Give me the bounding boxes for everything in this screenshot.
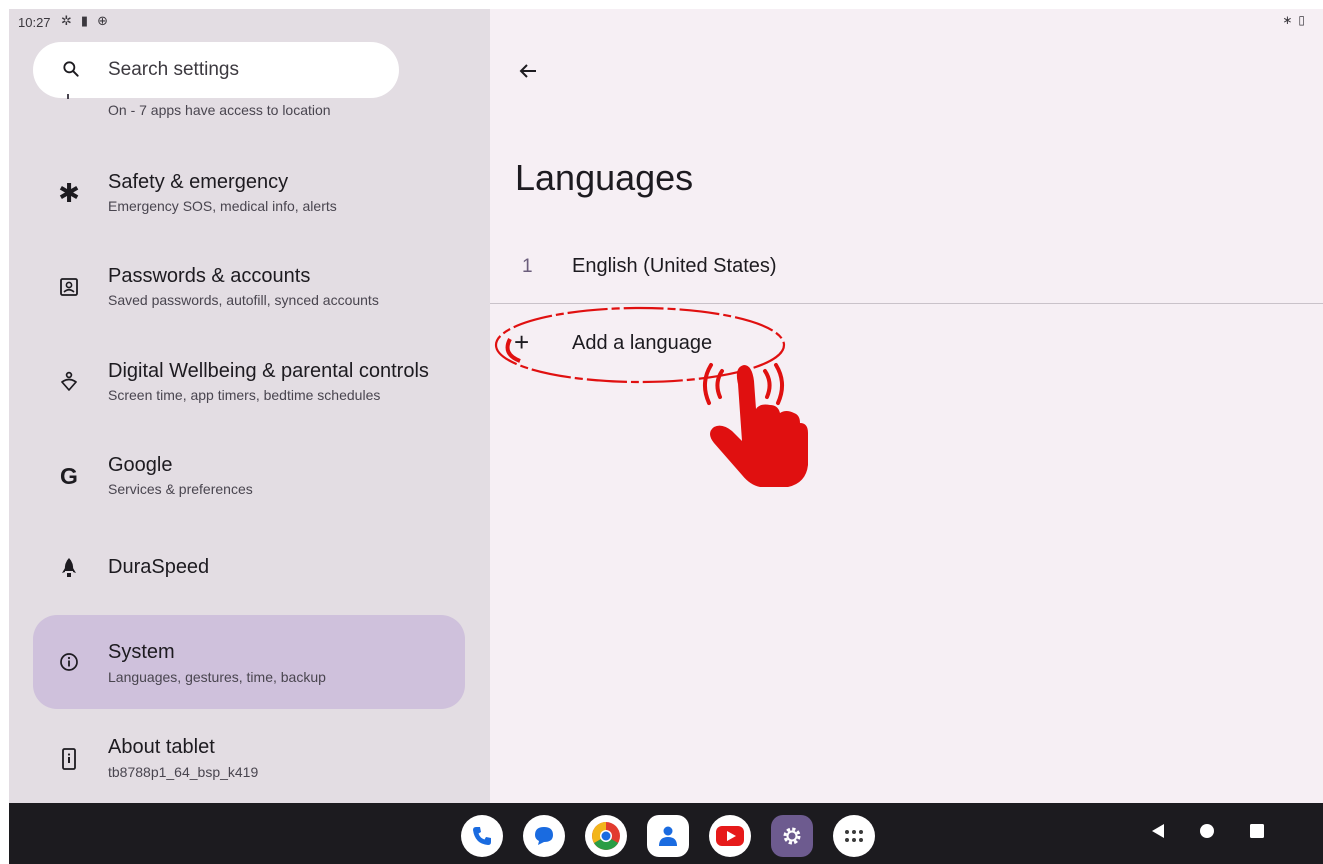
asterisk-icon: ✱ <box>58 177 80 208</box>
sidebar-item-system[interactable]: System Languages, gestures, time, backup <box>33 615 465 709</box>
divider <box>490 303 1323 304</box>
sidebar-item-digital-wellbeing[interactable]: Digital Wellbeing & parental controls Sc… <box>33 335 465 429</box>
youtube-app-icon[interactable] <box>709 815 751 857</box>
sim-card-icon: ▮ <box>80 13 89 28</box>
add-language-button[interactable]: + Add a language <box>504 323 794 367</box>
account-box-icon <box>57 275 81 299</box>
page-title: Languages <box>515 157 694 198</box>
app-dock <box>461 815 875 857</box>
location-icon-fragment <box>67 94 69 99</box>
sidebar-item-title: Google <box>108 454 173 476</box>
phone-app-icon[interactable] <box>461 815 503 857</box>
sidebar-item-title: About tablet <box>108 736 215 758</box>
sidebar-item-subtitle: Services & preferences <box>108 481 253 497</box>
sidebar-item-passwords-accounts[interactable]: Passwords & accounts Saved passwords, au… <box>33 240 465 334</box>
search-settings-bar[interactable]: Search settings <box>33 42 399 98</box>
nav-home-icon[interactable] <box>1199 823 1215 839</box>
tablet-icon <box>57 747 81 771</box>
sidebar-item-subtitle: Screen time, app timers, bedtime schedul… <box>108 387 381 403</box>
screen: 10:27 ✲ ▮ ⊕ Search settings On - 7 apps … <box>9 9 1323 864</box>
back-arrow-icon[interactable] <box>514 57 542 85</box>
sidebar-item-title: Digital Wellbeing & parental controls <box>108 360 429 382</box>
contacts-app-icon[interactable] <box>647 815 689 857</box>
sidebar-item-subtitle: Languages, gestures, time, backup <box>108 669 326 685</box>
settings-gear-icon: ✲ <box>61 13 72 28</box>
rocket-icon <box>57 556 81 580</box>
taskbar <box>9 803 1323 864</box>
status-icons-left: ✲ ▮ ⊕ <box>61 13 108 29</box>
navigation-buttons <box>1151 823 1265 839</box>
search-icon <box>63 61 79 77</box>
sidebar-item-subtitle: tb8788p1_64_bsp_k419 <box>108 764 259 780</box>
wellbeing-icon <box>57 370 81 394</box>
nav-recents-icon[interactable] <box>1249 823 1265 839</box>
info-icon <box>57 650 81 674</box>
sidebar-item-google[interactable]: G Google Services & preferences <box>33 429 465 523</box>
sidebar-item-safety-emergency[interactable]: ✱ Safety & emergency Emergency SOS, medi… <box>33 146 465 240</box>
tap-hand-icon <box>703 363 808 487</box>
add-language-label: Add a language <box>572 332 713 354</box>
messages-app-icon[interactable] <box>523 815 565 857</box>
app-drawer-icon[interactable] <box>833 815 875 857</box>
sidebar-item-about-tablet[interactable]: About tablet tb8788p1_64_bsp_k419 <box>33 712 465 806</box>
language-english-us[interactable]: English (United States) <box>572 255 777 278</box>
settings-sidebar: 10:27 ✲ ▮ ⊕ Search settings On - 7 apps … <box>9 9 490 803</box>
sidebar-item-title: Passwords & accounts <box>108 265 311 287</box>
chrome-app-icon[interactable] <box>585 815 627 857</box>
sidebar-item-duraspeed[interactable]: DuraSpeed <box>33 521 465 615</box>
status-icons-right: ∗ ▯ <box>1282 13 1305 27</box>
settings-app-icon[interactable] <box>771 815 813 857</box>
plus-icon: + <box>514 327 530 357</box>
search-placeholder: Search settings <box>108 59 239 80</box>
bluetooth-icon: ∗ <box>1282 13 1293 27</box>
languages-detail-pane: ∗ ▯ Languages 1 English (United States) … <box>490 9 1323 803</box>
google-g-icon: G <box>60 462 78 489</box>
sidebar-item-title: Safety & emergency <box>108 171 289 193</box>
location-subtitle[interactable]: On - 7 apps have access to location <box>108 102 331 118</box>
nav-back-icon[interactable] <box>1151 823 1165 839</box>
sidebar-item-subtitle: Saved passwords, autofill, synced accoun… <box>108 292 379 308</box>
vpn-icon: ⊕ <box>97 13 108 28</box>
status-time: 10:27 <box>18 15 51 30</box>
tap-annotation <box>494 306 808 487</box>
battery-icon: ▯ <box>1298 13 1305 27</box>
sidebar-item-subtitle: Emergency SOS, medical info, alerts <box>108 198 337 214</box>
sidebar-item-title: DuraSpeed <box>108 556 210 578</box>
sidebar-item-title: System <box>108 641 175 663</box>
language-index: 1 <box>522 256 533 277</box>
